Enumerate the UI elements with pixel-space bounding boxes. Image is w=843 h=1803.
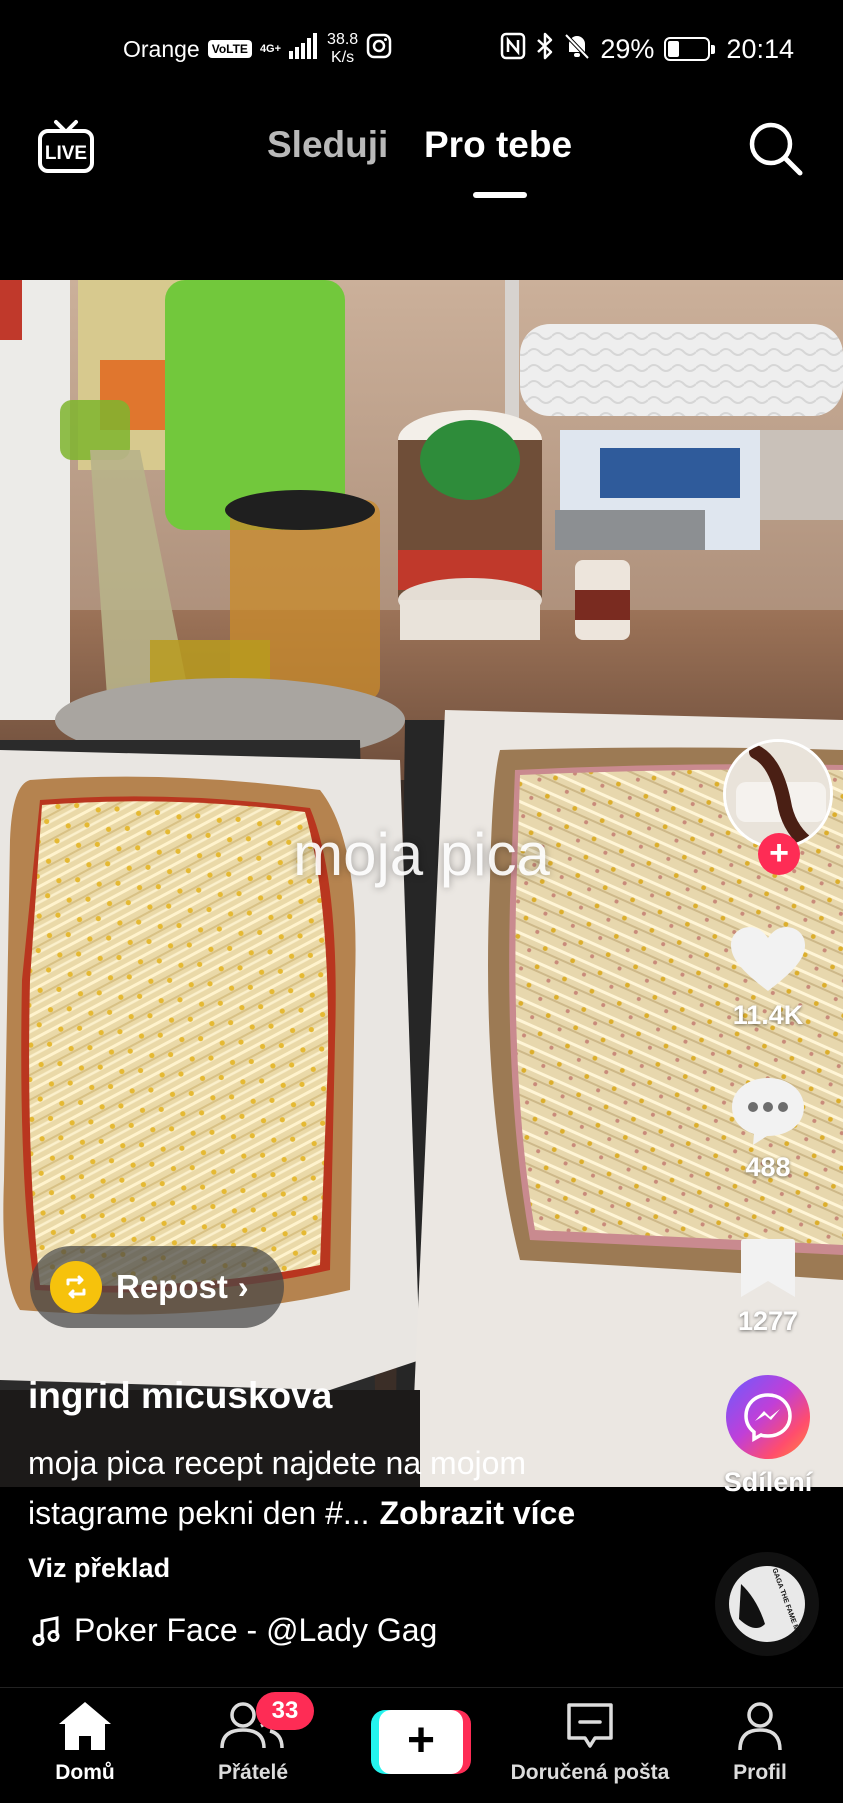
search-icon — [749, 122, 803, 176]
comment-count: 488 — [745, 1152, 791, 1182]
network-speed: 38.8 K/s — [327, 31, 358, 67]
bluetooth-icon — [536, 32, 554, 67]
carrier-name: Orange — [123, 35, 200, 62]
volte-icon: VoLTE — [207, 40, 252, 58]
friends-badge: 33 — [256, 1692, 314, 1730]
signal-icon — [289, 33, 319, 65]
follow-plus-button[interactable]: + — [758, 833, 800, 875]
bottom-navigation: Domů 33 Přátelé + Doručená pošta Profil — [0, 1687, 843, 1803]
nav-friends[interactable]: 33 Přátelé — [208, 1692, 314, 1785]
instagram-icon — [366, 33, 392, 65]
tiktok-feed-screen: Orange VoLTE 4G+ 38.8 K/s 29% 20:14 LIVE… — [0, 0, 843, 1803]
sound-link[interactable]: Poker Face - @Lady Gag — [32, 1612, 437, 1649]
plus-icon: + — [379, 1710, 463, 1774]
speed-value: 38.8 — [327, 31, 359, 48]
messenger-share-icon — [726, 1375, 810, 1459]
comment-icon — [732, 1078, 804, 1145]
status-left: Orange VoLTE 4G+ 38.8 K/s — [123, 28, 392, 70]
live-button[interactable]: LIVE — [36, 118, 96, 178]
share-label: Sdílení — [723, 1467, 813, 1497]
nav-friends-label: Přátelé — [217, 1761, 289, 1784]
live-tv-icon: LIVE — [38, 120, 94, 173]
nav-home-label: Domů — [55, 1761, 115, 1784]
mute-bell-icon — [564, 32, 590, 67]
clock: 20:14 — [726, 33, 794, 64]
nav-inbox[interactable]: Doručená pošta — [500, 1700, 680, 1785]
see-translation-link[interactable]: Viz překlad — [28, 1553, 170, 1584]
battery-percent: 29% — [600, 33, 655, 64]
battery-fill — [668, 41, 680, 57]
like-count: 11.4K — [732, 1000, 804, 1030]
like-button[interactable]: 11.4K — [693, 925, 843, 1031]
nav-inbox-label: Doručená pošta — [510, 1761, 670, 1784]
tab-following[interactable]: Sleduji — [267, 124, 388, 166]
speed-unit: K/s — [331, 49, 355, 66]
album-cover-icon: LADY GAGA THE FAME MONSTER — [729, 1564, 807, 1644]
music-note-icon — [32, 1615, 60, 1646]
video-overlay-text: moja pica — [293, 821, 550, 888]
heart-icon — [731, 927, 805, 991]
share-button[interactable]: Sdílení — [693, 1375, 843, 1498]
live-label: LIVE — [45, 143, 87, 164]
active-tab-indicator — [473, 192, 527, 198]
avatar-image — [726, 742, 830, 846]
inbox-icon — [567, 1703, 613, 1748]
top-navigation: LIVE Sleduji Pro tebe — [0, 96, 843, 206]
nfc-icon — [500, 32, 526, 67]
tab-for-you[interactable]: Pro tebe — [424, 124, 572, 166]
battery-icon — [664, 37, 716, 61]
status-bar: Orange VoLTE 4G+ 38.8 K/s 29% 20:14 — [0, 0, 843, 96]
nav-profile[interactable]: Profil — [720, 1700, 800, 1785]
create-button[interactable]: + — [371, 1710, 471, 1774]
status-right: 29% 20:14 — [500, 28, 794, 70]
chevron-right-icon: › — [237, 1268, 249, 1305]
repost-icon — [50, 1261, 102, 1313]
home-icon — [59, 1702, 111, 1750]
post-caption: moja pica recept najdete na mojom istagr… — [28, 1438, 648, 1538]
sound-title: Poker Face - @Lady Gag — [74, 1612, 438, 1648]
see-more-link[interactable]: Zobrazit více — [380, 1495, 576, 1531]
nav-profile-label: Profil — [733, 1761, 787, 1784]
bookmark-count: 1277 — [737, 1306, 799, 1336]
profile-icon — [738, 1702, 782, 1751]
music-disc[interactable]: LADY GAGA THE FAME MONSTER — [715, 1552, 819, 1656]
network-type: 4G+ — [259, 42, 282, 55]
nav-home[interactable]: Domů — [45, 1700, 125, 1785]
comment-button[interactable]: 488 — [693, 1075, 843, 1183]
bookmark-button[interactable]: 1277 — [693, 1235, 843, 1337]
repost-label: Repost — [116, 1268, 228, 1305]
bookmark-icon — [741, 1239, 795, 1297]
creator-username[interactable]: ingrid micuskova — [28, 1375, 332, 1417]
search-button[interactable] — [745, 118, 805, 178]
repost-button[interactable]: Repost › — [30, 1246, 284, 1328]
